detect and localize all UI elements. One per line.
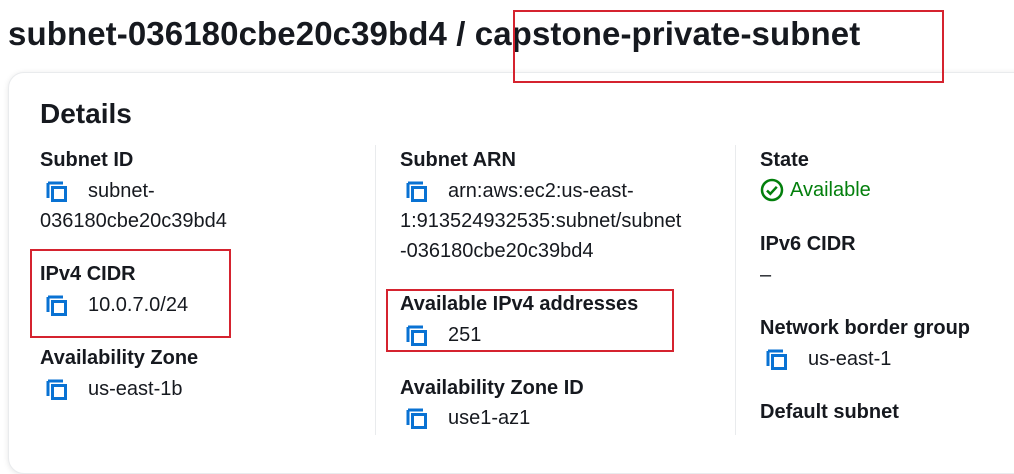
available-ipv4-value: 251	[448, 324, 482, 346]
state-label: State	[760, 149, 809, 171]
ipv6-cidr-label: IPv6 CIDR	[760, 233, 856, 255]
copy-icon	[406, 408, 427, 429]
state-value: Available	[790, 179, 871, 201]
copy-available-ipv4-button[interactable]	[404, 323, 430, 349]
subnet-arn-value: arn:aws:ec2:us-east-	[448, 180, 634, 202]
copy-subnet-id-button[interactable]	[44, 179, 70, 205]
network-border-group-value: us-east-1	[808, 348, 892, 370]
availability-zone-label: Availability Zone	[40, 347, 199, 369]
copy-icon	[46, 295, 67, 316]
page-title: subnet-036180cbe20c39bd4 / capstone-priv…	[8, 15, 861, 52]
availability-zone-id-label: Availability Zone ID	[400, 377, 584, 399]
default-subnet-label: Default subnet	[760, 401, 899, 423]
check-circle-icon	[760, 178, 784, 202]
state-status: Available	[760, 177, 871, 203]
subnet-id-label: Subnet ID	[40, 149, 134, 171]
copy-subnet-arn-button[interactable]	[404, 179, 430, 205]
network-border-group-label: Network border group	[760, 317, 971, 339]
copy-network-border-group-button[interactable]	[764, 347, 790, 373]
availability-zone-value: us-east-1b	[88, 378, 183, 400]
availability-zone-id-value: use1-az1	[448, 407, 531, 429]
copy-ipv4-cidr-button[interactable]	[44, 293, 70, 319]
copy-icon	[406, 325, 427, 346]
ipv4-cidr-label: IPv4 CIDR	[40, 263, 136, 285]
subnet-arn-value-cont: -036180cbe20c39bd4	[400, 240, 594, 262]
column-divider	[375, 145, 376, 435]
copy-icon	[406, 181, 427, 202]
details-heading: Details	[40, 98, 132, 129]
available-ipv4-label: Available IPv4 addresses	[400, 293, 639, 315]
subnet-id-value: subnet-	[88, 180, 155, 202]
subnet-arn-value-cont: 1:913524932535:subnet/subnet	[400, 210, 682, 232]
column-divider	[735, 145, 736, 435]
ipv4-cidr-value: 10.0.7.0/24	[88, 294, 189, 316]
copy-availability-zone-button[interactable]	[44, 377, 70, 403]
copy-icon	[46, 181, 67, 202]
subnet-arn-label: Subnet ARN	[400, 149, 516, 171]
copy-icon	[766, 349, 787, 370]
copy-availability-zone-id-button[interactable]	[404, 406, 430, 432]
ipv6-cidr-value: –	[760, 264, 772, 286]
subnet-id-value-cont: 036180cbe20c39bd4	[40, 210, 227, 232]
copy-icon	[46, 379, 67, 400]
